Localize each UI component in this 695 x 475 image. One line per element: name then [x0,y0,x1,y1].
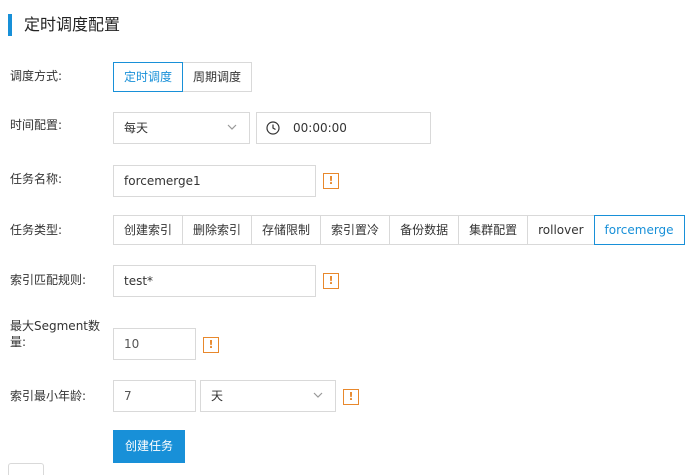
create-task-button[interactable]: 创建任务 [113,430,185,463]
task-name-label: 任务名称: [10,172,63,186]
task-type-cold-index-button[interactable]: 索引置冷 [320,215,391,245]
task-type-delete-index-button[interactable]: 删除索引 [182,215,253,245]
scheduled-task-config-page: 定时调度配置 调度方式: 定时调度 周期调度 时间配置: 每天 00:00:00… [0,0,695,475]
task-type-forcemerge-button[interactable]: forcemerge [593,215,685,245]
task-type-backup-button[interactable]: 备份数据 [389,215,460,245]
index-pattern-input[interactable] [113,265,316,297]
bottom-toggle-button[interactable] [8,463,44,475]
task-type-create-index-button[interactable]: 创建索引 [113,215,184,245]
frequency-select[interactable]: 每天 [113,112,250,144]
task-name-warning-icon: ! [323,173,339,189]
time-config-label: 时间配置: [10,118,63,132]
task-type-group: 创建索引 删除索引 存储限制 索引置冷 备份数据 集群配置 rollover f… [113,215,685,245]
max-segment-warning-icon: ! [203,337,219,353]
age-unit-select[interactable]: 天 [200,380,336,412]
time-picker[interactable]: 00:00:00 [256,112,431,144]
chevron-down-icon [227,124,237,130]
index-pattern-label: 索引匹配规则: [10,273,87,287]
min-index-age-input[interactable] [113,380,196,412]
task-type-rollover-button[interactable]: rollover [527,215,595,245]
clock-icon [266,121,280,135]
time-picker-value: 00:00:00 [293,121,347,135]
min-index-age-label: 索引最小年龄: [10,389,87,403]
section-title: 定时调度配置 [8,14,120,36]
task-type-storage-limit-button[interactable]: 存储限制 [251,215,322,245]
task-type-label: 任务类型: [10,223,63,237]
max-segment-input[interactable] [113,328,196,360]
min-index-age-warning-icon: ! [343,389,359,405]
task-type-cluster-config-button[interactable]: 集群配置 [458,215,529,245]
schedule-mode-group: 定时调度 周期调度 [113,62,253,92]
schedule-mode-timed-button[interactable]: 定时调度 [113,62,184,92]
age-unit-select-value: 天 [211,389,224,403]
max-segment-label: 最大Segment数量: [10,319,101,349]
schedule-mode-periodic-button[interactable]: 周期调度 [182,62,253,92]
schedule-mode-label: 调度方式: [10,69,63,83]
chevron-down-icon [313,392,323,398]
index-pattern-warning-icon: ! [323,273,339,289]
task-name-input[interactable] [113,165,316,197]
frequency-select-value: 每天 [124,121,149,135]
